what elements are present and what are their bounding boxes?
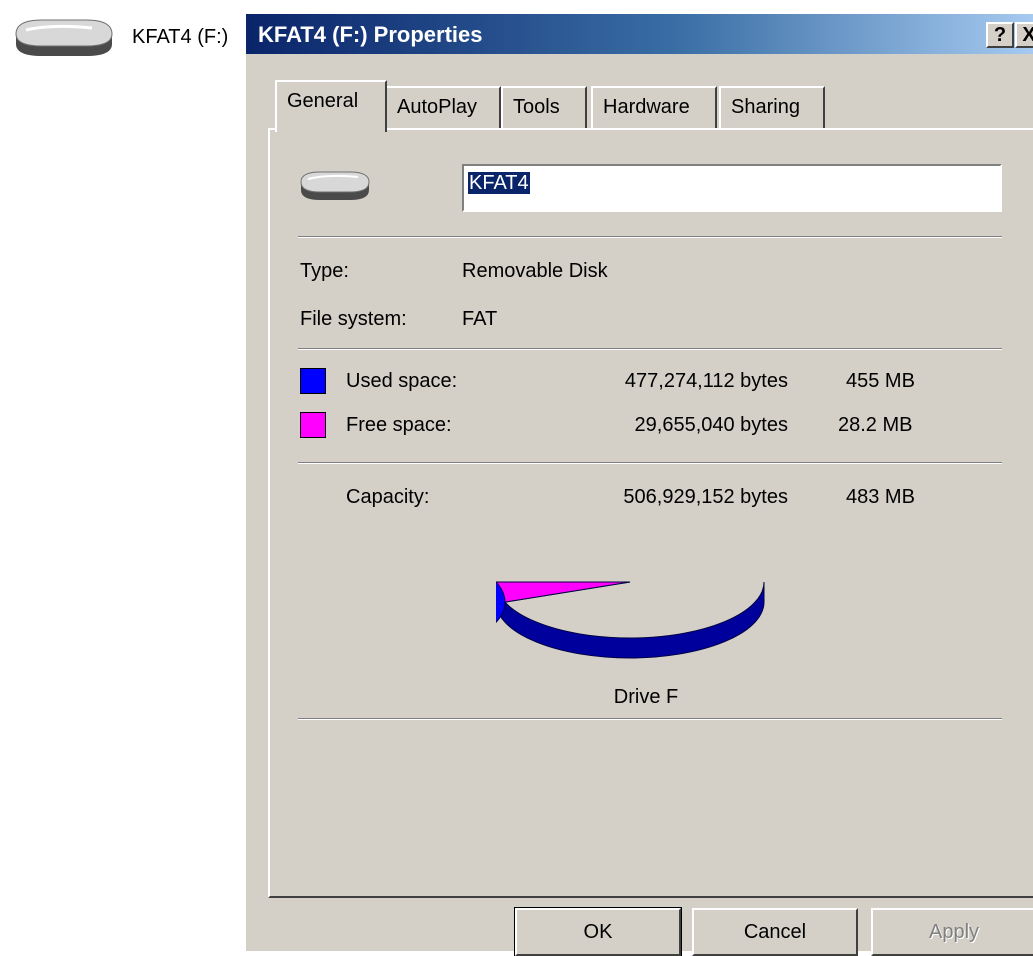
type-label: Type: xyxy=(300,260,349,282)
removable-drive-icon xyxy=(300,171,370,200)
tab-autoplay[interactable]: AutoPlay xyxy=(385,86,501,128)
ok-button[interactable]: OK xyxy=(514,907,682,956)
volume-name-field[interactable]: KFAT4 xyxy=(462,164,1002,212)
desktop-drive-item[interactable]: KFAT4 (F:) xyxy=(8,12,248,68)
pie-free-slice xyxy=(496,581,631,603)
separator xyxy=(298,348,1002,350)
free-space-label: Free space: xyxy=(346,414,452,436)
used-space-label: Used space: xyxy=(346,370,458,392)
separator xyxy=(298,718,1002,720)
desktop-drive-label: KFAT4 (F:) xyxy=(132,26,229,48)
used-space-size: 455 MB xyxy=(846,370,915,392)
type-value: Removable Disk xyxy=(462,260,608,282)
file-system-value: FAT xyxy=(462,308,498,330)
window-title: KFAT4 (F:) Properties xyxy=(258,22,483,47)
cancel-button[interactable]: Cancel xyxy=(692,908,858,956)
separator xyxy=(298,462,1002,464)
drive-caption: Drive F xyxy=(613,686,679,708)
free-space-bytes: 29,655,040 bytes xyxy=(634,414,788,436)
general-tab-panel xyxy=(268,128,1033,898)
used-space-swatch xyxy=(300,368,326,394)
free-space-swatch xyxy=(300,412,326,438)
properties-dialog: KFAT4 (F:) Properties ? X General AutoPl… xyxy=(244,14,1033,956)
title-bar[interactable]: KFAT4 (F:) Properties ? X xyxy=(246,14,1033,54)
removable-drive-icon xyxy=(15,19,113,56)
tab-tools[interactable]: Tools xyxy=(501,86,587,128)
apply-button[interactable]: Apply xyxy=(871,908,1033,956)
capacity-label: Capacity: xyxy=(346,486,430,508)
disk-usage-pie xyxy=(496,581,765,659)
close-button[interactable]: X xyxy=(1015,22,1033,48)
tab-general[interactable]: General xyxy=(275,80,387,132)
separator xyxy=(298,236,1002,238)
tab-hardware[interactable]: Hardware xyxy=(591,86,717,128)
capacity-bytes: 506,929,152 bytes xyxy=(623,486,788,508)
capacity-size: 483 MB xyxy=(846,486,915,508)
tab-sharing[interactable]: Sharing xyxy=(719,86,825,128)
help-button[interactable]: ? xyxy=(986,22,1014,48)
volume-name-value: KFAT4 xyxy=(468,172,530,194)
used-space-bytes: 477,274,112 bytes xyxy=(624,370,788,392)
file-system-label: File system: xyxy=(300,308,407,330)
free-space-size: 28.2 MB xyxy=(838,414,913,436)
